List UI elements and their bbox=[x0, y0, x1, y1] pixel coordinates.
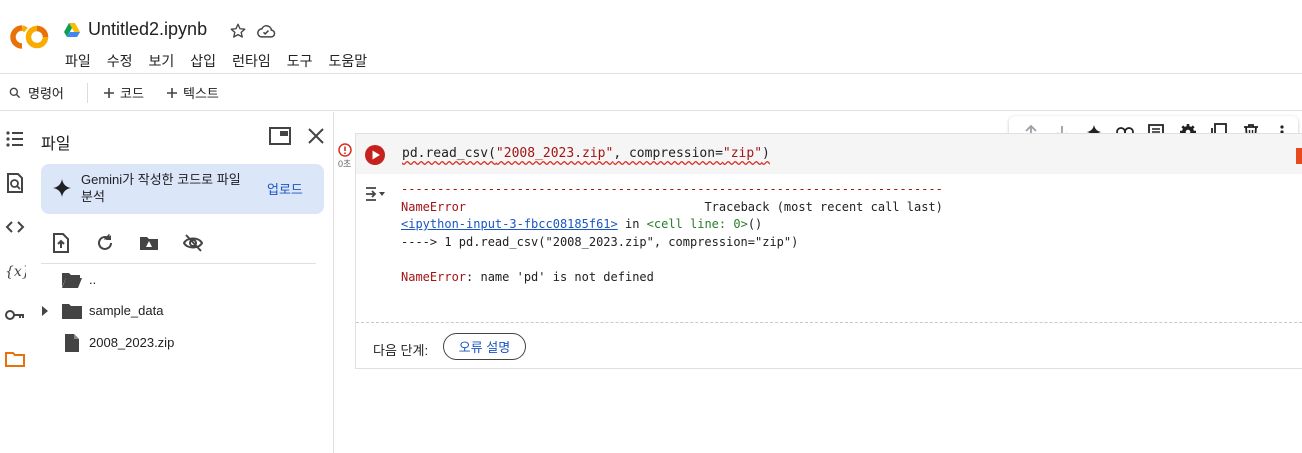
file-actions bbox=[50, 232, 204, 254]
files-divider bbox=[41, 263, 316, 264]
run-cell-button[interactable] bbox=[365, 145, 385, 165]
google-drive-icon[interactable] bbox=[64, 23, 80, 37]
traceback-arrow-line: ----> 1 pd.read_csv("2008_2023.zip", com… bbox=[401, 234, 799, 249]
menu-runtime[interactable]: 런타임 bbox=[232, 51, 271, 71]
hide-files-eye-icon[interactable] bbox=[182, 232, 204, 254]
cell-line-suffix: () bbox=[747, 217, 763, 231]
find-replace-icon[interactable] bbox=[4, 172, 26, 194]
ipython-input-link[interactable]: <ipython-input-3-fbcc08185f61> bbox=[401, 217, 618, 231]
file-name: 2008_2023.zip bbox=[89, 335, 175, 350]
menu-view[interactable]: 보기 bbox=[149, 51, 175, 71]
colab-logo-icon[interactable] bbox=[8, 22, 50, 52]
menu-file[interactable]: 파일 bbox=[65, 51, 91, 71]
open-in-tab-icon[interactable] bbox=[269, 127, 291, 145]
file-row-zip[interactable]: 2008_2023.zip bbox=[30, 330, 330, 356]
final-error-name: NameError bbox=[401, 269, 467, 284]
code-string: "2008_2023.zip" bbox=[495, 146, 614, 161]
left-rail: {x} bbox=[0, 112, 30, 453]
search-icon bbox=[8, 86, 22, 100]
refresh-icon[interactable] bbox=[94, 232, 116, 254]
plus-icon bbox=[103, 87, 115, 99]
next-steps-label: 다음 단계: bbox=[373, 343, 429, 358]
add-code-button[interactable]: 코드 bbox=[103, 83, 144, 102]
gemini-spark-icon bbox=[52, 178, 72, 198]
table-of-contents-icon[interactable] bbox=[4, 128, 26, 150]
commands-label: 명령어 bbox=[28, 86, 64, 101]
notebook-toolbar: 명령어 코드 텍스트 bbox=[0, 75, 1302, 111]
plus-icon bbox=[166, 87, 178, 99]
mount-drive-icon[interactable] bbox=[138, 232, 160, 254]
explain-error-button[interactable]: 오류 설명 bbox=[443, 333, 526, 360]
code-token: ) bbox=[762, 146, 770, 161]
file-name: .. bbox=[89, 272, 97, 287]
star-icon[interactable] bbox=[229, 22, 247, 40]
folder-icon bbox=[61, 301, 83, 321]
code-string: "zip" bbox=[722, 146, 763, 161]
final-error-message: : name 'pd' is not defined bbox=[466, 269, 654, 284]
cell-line-text: <cell line: 0> bbox=[646, 217, 748, 231]
menu-insert[interactable]: 삽입 bbox=[190, 51, 216, 71]
files-folder-icon[interactable] bbox=[4, 348, 26, 370]
output-actions-icon[interactable] bbox=[365, 185, 387, 203]
add-text-button[interactable]: 텍스트 bbox=[166, 83, 219, 102]
gemini-analyze-text: Gemini가 작성한 코드로 파일 분석 bbox=[81, 172, 241, 204]
variables-icon[interactable]: {x} bbox=[4, 260, 26, 282]
code-cell[interactable]: pd.read_csv("2008_2023.zip", compression… bbox=[355, 133, 1302, 369]
execution-error-icon[interactable] bbox=[338, 143, 352, 157]
cell-output: ----------------------------------------… bbox=[401, 181, 943, 286]
menu-tools[interactable]: 도구 bbox=[287, 51, 313, 71]
upload-file-icon[interactable] bbox=[50, 232, 72, 254]
in-text: in bbox=[617, 217, 647, 231]
file-icon bbox=[61, 333, 83, 353]
cell-input[interactable]: pd.read_csv("2008_2023.zip", compression… bbox=[356, 134, 1302, 174]
gemini-upload-button[interactable]: 업로드 bbox=[267, 179, 303, 198]
menu-bar: 파일 수정 보기 삽입 런타임 도구 도움말 bbox=[65, 51, 367, 71]
secrets-key-icon[interactable] bbox=[4, 304, 26, 326]
folder-open-icon bbox=[61, 270, 83, 290]
header: Untitled2.ipynb 파일 수정 보기 삽입 런타임 도구 도움말 bbox=[0, 0, 1302, 74]
traceback-label: Traceback (most recent call last) bbox=[704, 199, 943, 214]
svg-text:{x}: {x} bbox=[5, 264, 26, 280]
file-name: sample_data bbox=[89, 303, 164, 318]
menu-edit[interactable]: 수정 bbox=[107, 51, 133, 71]
cloud-saved-icon[interactable] bbox=[256, 23, 276, 39]
add-code-label: 코드 bbox=[120, 86, 144, 101]
output-separator bbox=[356, 322, 1302, 323]
code-token: pd.read_csv( bbox=[402, 146, 496, 161]
code-snippets-icon[interactable] bbox=[4, 216, 26, 238]
error-name: NameError bbox=[401, 199, 467, 214]
code-editor-line[interactable]: pd.read_csv("2008_2023.zip", compression… bbox=[402, 146, 770, 161]
gemini-analyze-card: Gemini가 작성한 코드로 파일 분석 업로드 bbox=[41, 164, 324, 214]
notebook-title[interactable]: Untitled2.ipynb bbox=[88, 19, 207, 40]
expand-arrow-icon[interactable] bbox=[40, 306, 50, 316]
files-panel: 파일 Gemini가 작성한 코드로 파일 분석 업로드 .. sample_d… bbox=[30, 112, 334, 453]
error-marker bbox=[1296, 148, 1302, 164]
code-token: , compression= bbox=[613, 146, 723, 161]
execution-time: 0초 bbox=[338, 159, 352, 169]
file-row-parent[interactable]: .. bbox=[30, 267, 330, 293]
toolbar-divider bbox=[87, 83, 88, 103]
menu-help[interactable]: 도움말 bbox=[328, 51, 367, 71]
add-text-label: 텍스트 bbox=[183, 86, 219, 101]
output-dashes: ----------------------------------------… bbox=[401, 182, 943, 196]
file-row-sample-data[interactable]: sample_data bbox=[30, 298, 330, 324]
commands-button[interactable]: 명령어 bbox=[8, 83, 64, 102]
files-panel-title: 파일 bbox=[41, 136, 71, 153]
close-icon[interactable] bbox=[305, 125, 327, 147]
